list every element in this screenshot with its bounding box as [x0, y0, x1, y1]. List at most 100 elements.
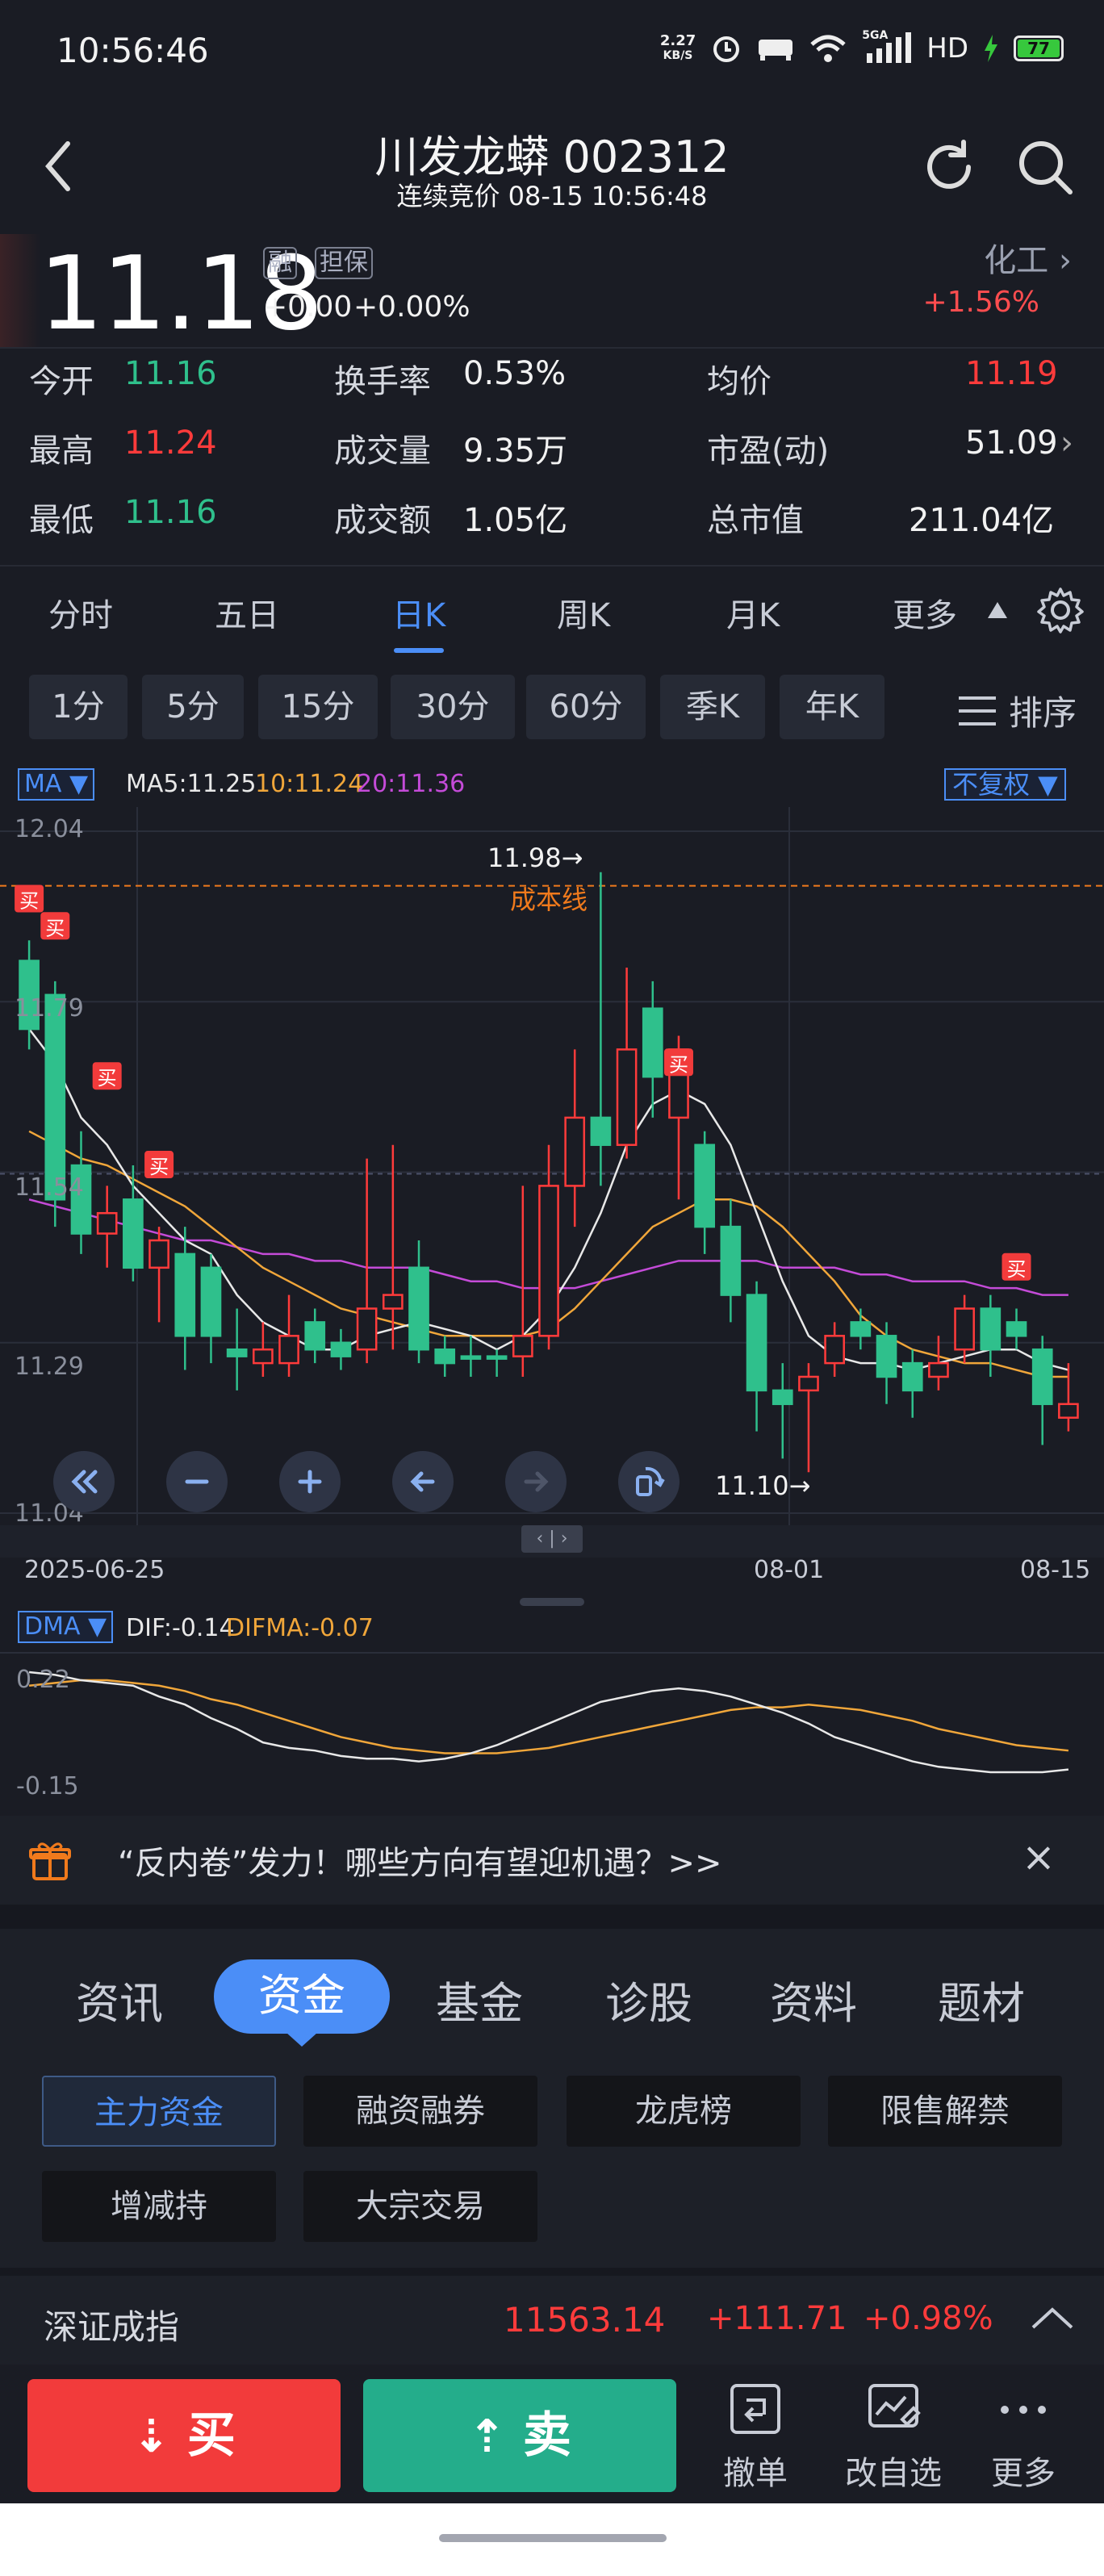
rewind-button[interactable] — [53, 1451, 115, 1512]
main-funds-button[interactable]: 主力资金 — [42, 2076, 276, 2147]
lockup-release-button[interactable]: 限售解禁 — [828, 2076, 1062, 2147]
candle-body — [1031, 1348, 1053, 1406]
chevron-up-icon[interactable] — [1030, 2306, 1075, 2331]
mcap-label: 总市值 — [707, 502, 804, 539]
tab-1min[interactable]: 1分 — [29, 675, 128, 739]
pan-right-button[interactable] — [505, 1451, 567, 1512]
dma-tick-bottom: -0.15 — [16, 1772, 79, 1800]
tab-diagnosis[interactable]: 诊股 — [605, 1968, 692, 2031]
zoom-out-button[interactable] — [166, 1451, 228, 1512]
pane-resize-handle[interactable] — [520, 1598, 584, 1606]
indicator-selector[interactable]: DMA ▼ — [18, 1611, 114, 1643]
sector-link[interactable]: 化工 › — [984, 234, 1072, 281]
divider — [0, 2268, 1104, 2276]
pan-left-button[interactable] — [392, 1451, 454, 1512]
withdraw-button[interactable]: 撤单 — [707, 2382, 804, 2494]
tab-weekly-k[interactable]: 周K — [557, 589, 610, 636]
dma-tick-top: 0.22 — [16, 1666, 70, 1694]
candle-body — [720, 1225, 742, 1296]
tab-fund[interactable]: 基金 — [436, 1968, 523, 2031]
nav-bar: 川发龙蟒 002312 连续竞价 08-15 10:56:48 — [0, 105, 1104, 234]
avg-value: 11.19 — [965, 355, 1058, 392]
zoom-in-button[interactable] — [279, 1451, 341, 1512]
index-bar[interactable]: 深证成指 11563.14 +111.71 +0.98% — [0, 2268, 1104, 2365]
close-icon[interactable]: × — [1022, 1834, 1056, 1880]
difma-line — [28, 1679, 1069, 1754]
undo-icon — [730, 2384, 780, 2434]
candle-body — [694, 1144, 716, 1228]
gear-icon[interactable] — [1036, 586, 1085, 634]
tab-60min[interactable]: 60分 — [526, 675, 646, 739]
tab-profile[interactable]: 资料 — [770, 1968, 857, 2031]
scroll-handle[interactable]: ‹ | › — [521, 1525, 583, 1553]
cost-line-label: 成本线 — [510, 884, 588, 915]
battery-level: 77 — [1018, 40, 1060, 57]
rotate-button[interactable] — [618, 1451, 680, 1512]
plus-icon — [298, 1470, 322, 1494]
battery-icon: 77 — [1014, 36, 1064, 61]
quote-stats[interactable]: 今开 11.16 换手率 0.53% 均价 11.19 最高 11.24 成交量… — [0, 347, 1104, 565]
arrow-right-icon — [524, 1471, 549, 1492]
rotate-icon — [636, 1466, 665, 1496]
refresh-icon[interactable] — [920, 137, 980, 197]
difma-value: DIFMA:-0.07 — [226, 1614, 374, 1642]
sector-change: +1.56% — [922, 286, 1039, 319]
status-icons: 2.27 KB/S 5GA HD 77 — [660, 29, 1064, 65]
edit-watchlist-button[interactable]: 改自选 — [841, 2382, 946, 2494]
buy-label: 买 — [186, 2407, 236, 2464]
adjust-selector[interactable]: 不复权 ▼ — [944, 768, 1066, 801]
tab-5day[interactable]: 五日 — [215, 589, 279, 636]
buy-mark-label: 买 — [149, 1156, 169, 1178]
home-indicator[interactable] — [439, 2534, 667, 2542]
candle-body — [798, 1375, 819, 1392]
tab-more[interactable]: 更多 — [893, 589, 957, 636]
sell-button[interactable]: ⇡ 卖 — [363, 2379, 676, 2492]
candle-body — [148, 1239, 169, 1269]
status-time: 10:56:46 — [56, 31, 209, 70]
tab-5min[interactable]: 5分 — [142, 675, 244, 739]
buy-mark-label: 买 — [669, 1053, 688, 1076]
sort-button[interactable]: 排序 — [957, 686, 1077, 735]
buy-mark-label: 买 — [1007, 1258, 1027, 1281]
tab-theme[interactable]: 题材 — [938, 1968, 1025, 2031]
chevron-right-icon[interactable]: › — [1060, 424, 1073, 462]
ma-selector[interactable]: MA ▼ — [18, 768, 95, 801]
tab-daily-k[interactable]: 日K — [392, 589, 445, 636]
news-banner[interactable]: “反内卷”发力！哪些方向有望迎机遇？>> × — [0, 1816, 1104, 1905]
tab-news[interactable]: 资讯 — [76, 1968, 163, 2031]
tab-monthly-k[interactable]: 月K — [726, 589, 780, 636]
tab-intraday[interactable]: 分时 — [48, 589, 113, 636]
tab-15min[interactable]: 15分 — [258, 675, 378, 739]
candle-body — [538, 1185, 559, 1337]
buy-button[interactable]: ⇣ 买 — [27, 2379, 341, 2492]
avg-label: 均价 — [707, 363, 772, 400]
index-value: 11563.14 — [504, 2300, 666, 2340]
dragon-tiger-button[interactable]: 龙虎榜 — [567, 2076, 801, 2147]
high-marker: 11.98→ — [487, 843, 583, 873]
search-icon[interactable] — [1015, 137, 1075, 197]
banner-text: “反内卷”发力！哪些方向有望迎机遇？>> — [118, 1845, 722, 1882]
triangle-up-icon[interactable] — [986, 600, 1009, 620]
candle-body — [486, 1355, 508, 1360]
candle-body — [850, 1321, 872, 1337]
margin-trading-button[interactable]: 融资融券 — [303, 2076, 537, 2147]
buy-mark-label: 买 — [98, 1067, 117, 1089]
candle-body — [253, 1348, 274, 1365]
high-label: 最高 — [29, 433, 94, 470]
amount-value: 1.05亿 — [463, 502, 568, 539]
divider — [0, 565, 1104, 567]
kline-chart[interactable]: 买买买买买买 MA ▼ MA5:11.25 10:11.24 20:11.36 … — [0, 759, 1104, 1808]
block-trade-button[interactable]: 大宗交易 — [303, 2171, 537, 2242]
candle-body — [408, 1266, 429, 1351]
dif-line — [28, 1671, 1069, 1774]
tab-year-k[interactable]: 年K — [780, 675, 884, 739]
tab-quarter-k[interactable]: 季K — [660, 675, 765, 739]
holding-change-button[interactable]: 增减持 — [42, 2171, 276, 2242]
divider — [0, 347, 1104, 349]
candle-body — [564, 1116, 586, 1187]
tab-30min[interactable]: 30分 — [391, 675, 515, 739]
turnover-label: 换手率 — [334, 363, 431, 400]
more-button[interactable]: 更多 — [975, 2382, 1072, 2494]
tab-funds[interactable]: 资金 — [214, 1959, 390, 2034]
collateral-tag: 担保 — [315, 247, 373, 279]
